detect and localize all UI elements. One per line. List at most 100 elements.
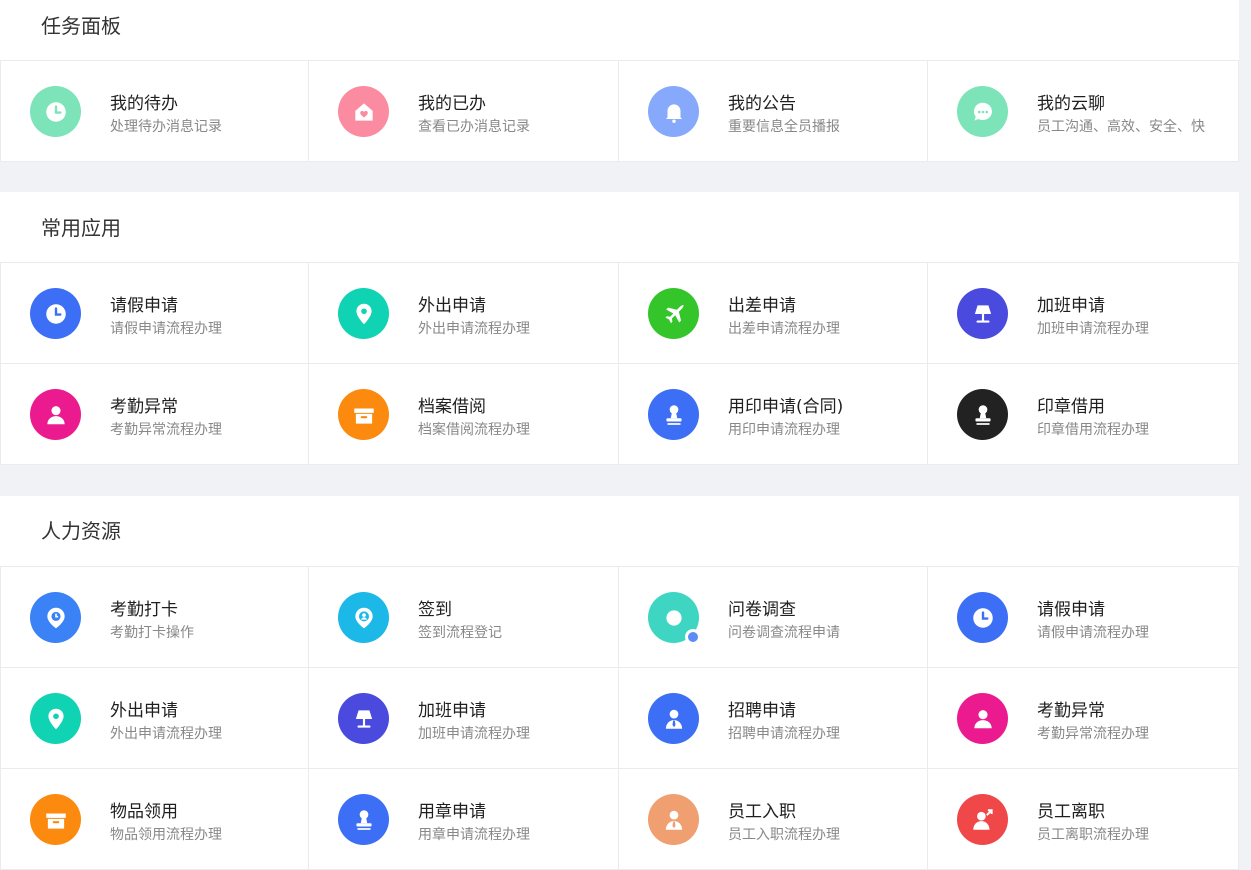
app-card[interactable]: 档案借阅档案借阅流程办理 [309, 364, 619, 465]
app-description: 请假申请流程办理 [1037, 625, 1149, 641]
location-pin-icon [30, 693, 81, 744]
app-title: 我的公告 [728, 94, 796, 114]
app-card[interactable]: 我的待办处理待办消息记录 [0, 61, 309, 162]
app-title: 我的待办 [110, 94, 178, 114]
app-description: 招聘申请流程办理 [728, 726, 840, 742]
app-title: 印章借用 [1037, 397, 1105, 417]
app-description: 请假申请流程办理 [110, 321, 222, 337]
clock-pin-icon [30, 592, 81, 643]
app-card[interactable]: 考勤异常考勤异常流程办理 [0, 364, 309, 465]
app-title: 我的已办 [418, 94, 486, 114]
app-card[interactable]: 我的公告重要信息全员播报 [619, 61, 928, 162]
app-card[interactable]: 外出申请外出申请流程办理 [0, 668, 309, 769]
app-description: 外出申请流程办理 [110, 726, 222, 742]
section-common-apps: 常用应用 请假申请 请假申请流程办理 外出申请 外出申请流程办理 出差申请 出差申请流程办… [0, 192, 1239, 465]
app-description: 签到流程登记 [418, 625, 502, 641]
app-title: 问卷调查 [728, 600, 796, 620]
app-title: 加班申请 [418, 701, 486, 721]
lamp-icon [957, 288, 1008, 339]
app-title: 请假申请 [110, 296, 178, 316]
app-description: 处理待办消息记录 [110, 119, 222, 135]
app-card[interactable]: 招聘申请招聘申请流程办理 [619, 668, 928, 769]
app-title: 档案借阅 [418, 397, 486, 417]
app-card[interactable]: 员工入职员工入职流程办理 [619, 769, 928, 870]
app-title: 用印申请(合同) [728, 397, 844, 417]
app-title: 签到 [418, 600, 452, 620]
app-title: 员工离职 [1037, 802, 1105, 822]
app-card[interactable]: 用印申请(合同) 用印申请流程办理 [619, 364, 928, 465]
bell-icon [648, 86, 699, 137]
app-card[interactable]: 印章借用印章借用流程办理 [928, 364, 1239, 465]
person-exit-icon [957, 794, 1008, 845]
app-card[interactable]: 出差申请出差申请流程办理 [619, 263, 928, 364]
person-icon [30, 389, 81, 440]
app-card[interactable]: 我的云聊 员工沟通、高效、安全、快 [928, 61, 1239, 162]
app-card[interactable]: 加班申请加班申请流程办理 [309, 668, 619, 769]
app-title: 考勤打卡 [110, 600, 178, 620]
app-card[interactable]: 请假申请请假申请流程办理 [0, 263, 309, 364]
person-icon [957, 693, 1008, 744]
stamp-icon [338, 794, 389, 845]
app-grid: 我的待办 处理待办消息记录 我的已办 查看已办消息记录 我的公告 重要信息全员播报 我的云聊… [0, 61, 1239, 162]
app-title: 员工入职 [728, 802, 796, 822]
app-description: 印章借用流程办理 [1037, 422, 1149, 438]
app-card[interactable]: 签到 签到流程登记 [309, 567, 619, 668]
stamp-icon [648, 389, 699, 440]
app-card[interactable]: 加班申请 加班申请流程办理 [928, 263, 1239, 364]
section-title: 常用应用 [0, 192, 1239, 263]
app-grid: 请假申请 请假申请流程办理 外出申请 外出申请流程办理 出差申请 出差申请流程办理 加班申请… [0, 263, 1239, 465]
section-title: 任务面板 [0, 0, 1239, 61]
app-title: 请假申请 [1037, 600, 1105, 620]
app-title: 招聘申请 [728, 701, 796, 721]
app-description: 加班申请流程办理 [418, 726, 530, 742]
app-card[interactable]: 我的已办查看已办消息记录 [309, 61, 619, 162]
clock-icon [957, 592, 1008, 643]
app-grid: 考勤打卡 考勤打卡操作 签到 签到流程登记 问卷调查 问卷调查流程申请 请假申请 请假申请流程… [0, 567, 1239, 870]
app-description: 档案借阅流程办理 [418, 422, 530, 438]
app-title: 考勤异常 [1037, 701, 1105, 721]
user-pin-icon [338, 592, 389, 643]
app-description: 考勤打卡操作 [110, 625, 194, 641]
app-title: 考勤异常 [110, 397, 178, 417]
app-description: 考勤异常流程办理 [110, 422, 222, 438]
lamp-icon [338, 693, 389, 744]
clock-icon [30, 86, 81, 137]
app-card[interactable]: 考勤异常考勤异常流程办理 [928, 668, 1239, 769]
app-title: 用章申请 [418, 802, 486, 822]
app-card[interactable]: 考勤打卡考勤打卡操作 [0, 567, 309, 668]
app-card[interactable]: 外出申请外出申请流程办理 [309, 263, 619, 364]
app-card[interactable]: 用章申请用章申请流程办理 [309, 769, 619, 870]
section-title: 人力资源 [0, 496, 1239, 567]
app-card[interactable]: 物品领用物品领用流程办理 [0, 769, 309, 870]
app-description: 员工入职流程办理 [728, 827, 840, 843]
app-description: 重要信息全员播报 [728, 119, 840, 135]
section-hr: 人力资源 考勤打卡 考勤打卡操作 签到 签到流程登记 问卷调查 问卷调查流程申请 请假申请请… [0, 496, 1239, 870]
house-heart-icon [338, 86, 389, 137]
app-card[interactable]: 员工离职员工离职流程办理 [928, 769, 1239, 870]
stamp-icon [957, 389, 1008, 440]
app-description: 加班申请流程办理 [1037, 321, 1149, 337]
app-description: 出差申请流程办理 [728, 321, 840, 337]
app-description: 物品领用流程办理 [110, 827, 222, 843]
app-card[interactable]: 问卷调查问卷调查流程申请 [619, 567, 928, 668]
app-title: 我的云聊 [1037, 94, 1105, 114]
app-description: 考勤异常流程办理 [1037, 726, 1149, 742]
app-description: 外出申请流程办理 [418, 321, 530, 337]
survey-icon [648, 592, 701, 645]
app-card[interactable]: 请假申请请假申请流程办理 [928, 567, 1239, 668]
section-task-panel: 任务面板 我的待办 处理待办消息记录 我的已办 查看已办消息记录 我的公告 重要信息全员播… [0, 0, 1239, 162]
app-title: 物品领用 [110, 802, 178, 822]
airplane-icon [648, 288, 699, 339]
box-icon [338, 389, 389, 440]
app-description: 用印申请流程办理 [728, 422, 840, 438]
box-icon [30, 794, 81, 845]
app-title: 出差申请 [728, 296, 796, 316]
app-description: 问卷调查流程申请 [728, 625, 840, 641]
person-tie-icon [648, 693, 699, 744]
app-title: 外出申请 [110, 701, 178, 721]
app-description: 员工离职流程办理 [1037, 827, 1149, 843]
chat-icon [957, 86, 1008, 137]
app-description: 查看已办消息记录 [418, 119, 530, 135]
app-description: 用章申请流程办理 [418, 827, 530, 843]
app-title: 外出申请 [418, 296, 486, 316]
